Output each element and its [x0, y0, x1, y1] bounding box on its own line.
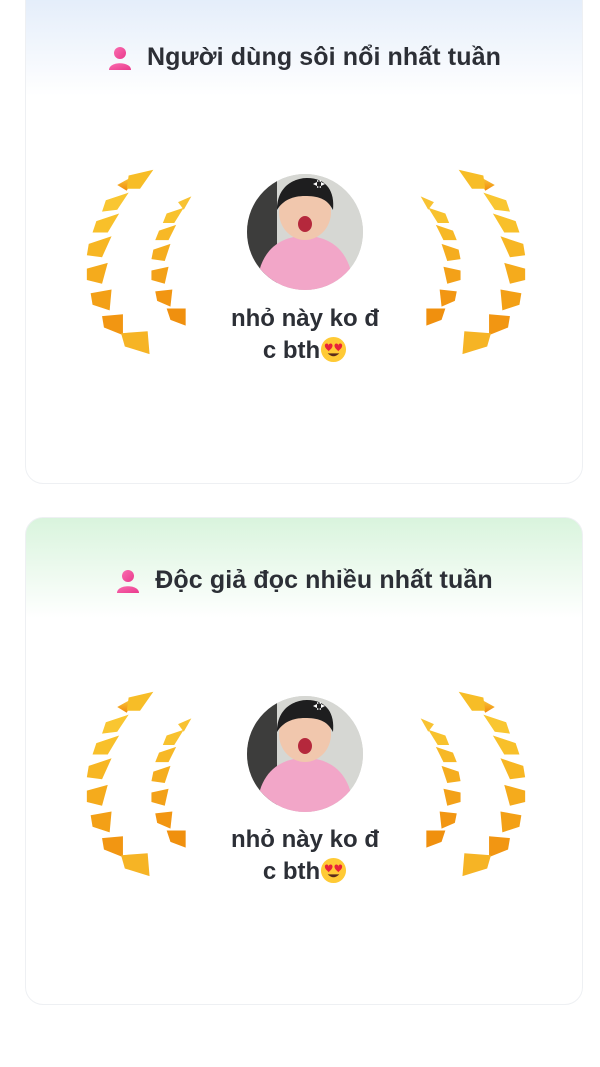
card-header: Người dùng sôi nổi nhất tuần — [26, 43, 582, 72]
user-icon — [109, 46, 132, 70]
card-title: Độc giả đọc nhiều nhất tuần — [155, 566, 493, 594]
most-active-users-card: Người dùng sôi nổi nhất tuần nhỏ này ko … — [25, 0, 583, 484]
card-header: Độc giả đọc nhiều nhất tuần — [26, 566, 582, 595]
heart-eyes-emoji-icon — [321, 336, 347, 363]
laurel-left-icon — [86, 169, 192, 355]
user-name: nhỏ này ko đ c bth — [205, 303, 405, 367]
laurel-left-icon — [86, 691, 192, 877]
heart-eyes-emoji-icon — [321, 857, 347, 884]
user-avatar[interactable] — [247, 696, 363, 812]
card-title: Người dùng sôi nổi nhất tuần — [147, 43, 501, 71]
user-name-text: nhỏ này ko đ c bth — [230, 826, 379, 885]
user-name-text: nhỏ này ko đ c bth — [230, 305, 379, 364]
user-icon — [117, 569, 140, 593]
user-name: nhỏ này ko đ c bth — [205, 824, 405, 888]
page: Người dùng sôi nổi nhất tuần nhỏ này ko … — [0, 0, 600, 1067]
laurel-right-icon — [420, 691, 526, 877]
user-avatar[interactable] — [247, 174, 363, 290]
top-readers-card: Độc giả đọc nhiều nhất tuần nhỏ này ko đ… — [25, 517, 583, 1005]
laurel-right-icon — [420, 169, 526, 355]
